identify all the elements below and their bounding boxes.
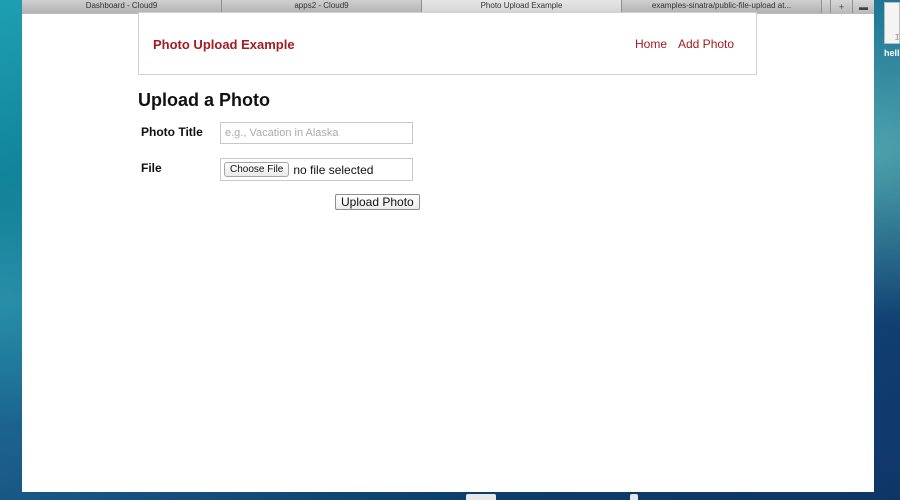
nav-add-photo-link[interactable]: Add Photo [678,37,734,51]
file-input: Choose File no file selected [220,158,413,181]
choose-file-button[interactable]: Choose File [224,162,290,177]
plus-icon[interactable]: + [830,0,852,13]
tab-tools: + ▬ [830,0,874,13]
upload-photo-button[interactable]: Upload Photo [335,194,420,210]
dock-item[interactable] [466,494,496,500]
file-status-text: no file selected [293,162,374,177]
photo-title-label: Photo Title [141,125,203,139]
page-title: Upload a Photo [138,90,270,110]
desktop-file-icon[interactable]: T̲ [884,2,900,44]
menu-icon[interactable]: ▬ [852,0,874,13]
brand-title[interactable]: Photo Upload Example [153,37,295,52]
dock-item[interactable] [630,494,638,500]
photo-title-input[interactable] [220,122,413,144]
desktop-file-label: hell [884,48,900,58]
page-viewport: Photo Upload Example Home Add Photo Uplo… [22,12,874,492]
nav-home-link[interactable]: Home [635,37,667,51]
navbar: Photo Upload Example Home Add Photo [138,12,757,75]
file-label: File [141,161,162,175]
